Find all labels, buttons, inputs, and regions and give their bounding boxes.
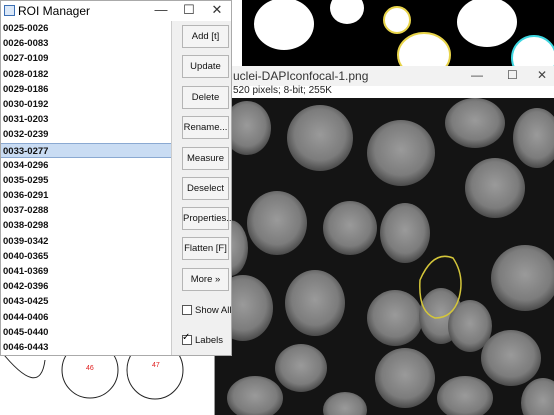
minimize-icon[interactable]: —	[149, 2, 173, 17]
show-all-checkbox-box[interactable]	[182, 305, 192, 316]
roi-list-item[interactable]: 0027-0109	[1, 51, 171, 66]
minimize-icon[interactable]: —	[471, 68, 483, 82]
roi-list-item[interactable]: 0037-0288	[1, 203, 171, 218]
roi-list-item[interactable]: 0042-0396	[1, 279, 171, 294]
rename-button[interactable]: Rename...	[182, 116, 229, 139]
roi-list-item[interactable]: 0038-0298	[1, 218, 171, 233]
roi-list-item[interactable]: 0025-0026	[1, 21, 171, 36]
close-icon[interactable]: ✕	[205, 2, 229, 18]
roi-list-item[interactable]: 0045-0440	[1, 325, 171, 340]
roi-list-item[interactable]: 0028-0182	[1, 67, 171, 82]
roi-list-item[interactable]: 0033-0277	[1, 142, 171, 158]
update-button[interactable]: Update	[182, 55, 229, 78]
mask-shapes	[254, 0, 554, 68]
mask-window	[232, 0, 554, 68]
outline-label-47: 47	[152, 362, 160, 369]
measure-button[interactable]: Measure	[182, 147, 229, 170]
image-info: 520 pixels; 8-bit; 255K	[233, 85, 332, 96]
roi-list-item[interactable]: 0031-0203	[1, 112, 171, 127]
roi-list-item[interactable]: 0041-0369	[1, 264, 171, 279]
image-canvas[interactable]	[215, 98, 554, 415]
roi-list-item[interactable]: 0040-0365	[1, 249, 171, 264]
roi-list-item[interactable]: 0032-0239	[1, 127, 171, 142]
roi-manager-titlebar[interactable]: ROI Manager — ☐ ✕	[1, 1, 231, 21]
roi-list[interactable]: 0025-0026 0026-0083 0027-0109 0028-0182 0029…	[1, 21, 172, 355]
properties-button[interactable]: Properties...	[182, 207, 234, 230]
roi-manager-app-icon	[4, 5, 15, 16]
deselect-button[interactable]: Deselect	[182, 177, 229, 200]
maximize-icon[interactable]: ☐	[177, 2, 201, 18]
roi-manager-window: ROI Manager — ☐ ✕ 0025-0026 0026-0083 0027…	[0, 0, 234, 356]
roi-list-item[interactable]: 0034-0296	[1, 158, 171, 173]
close-icon[interactable]: ✕	[537, 68, 547, 82]
roi-list-item[interactable]: 0043-0425	[1, 294, 171, 309]
outline-label-46: 46	[86, 365, 94, 372]
show-all-checkbox[interactable]: Show All	[182, 305, 231, 316]
more-button[interactable]: More »	[182, 268, 229, 291]
roi-list-item[interactable]: 0030-0192	[1, 97, 171, 112]
roi-list-item[interactable]: 0036-0291	[1, 188, 171, 203]
roi-list-item[interactable]: 0029-0186	[1, 82, 171, 97]
delete-button[interactable]: Delete	[182, 86, 229, 109]
labels-checkbox-box[interactable]	[182, 332, 192, 346]
roi-list-item[interactable]: 0035-0295	[1, 173, 171, 188]
add-button[interactable]: Add [t]	[182, 25, 229, 48]
image-window-titlebar[interactable]: uclei-DAPIconfocal-1.png — ☐ ✕	[215, 66, 554, 86]
image-window-title: uclei-DAPIconfocal-1.png	[233, 69, 369, 83]
maximize-icon[interactable]: ☐	[507, 68, 518, 82]
nuclei-image	[215, 98, 554, 415]
roi-list-item[interactable]: 0039-0342	[1, 234, 171, 249]
flatten-button[interactable]: Flatten [F]	[182, 237, 229, 260]
labels-checkbox[interactable]: Labels	[182, 332, 223, 346]
roi-list-item[interactable]: 0026-0083	[1, 36, 171, 51]
show-all-label: Show All	[195, 305, 232, 316]
roi-manager-title: ROI Manager	[18, 4, 91, 18]
roi-list-item[interactable]: 0044-0406	[1, 310, 171, 325]
roi-list-item[interactable]: 0046-0443	[1, 340, 171, 355]
mask-image[interactable]	[242, 0, 554, 68]
labels-label: Labels	[195, 335, 223, 346]
image-window: uclei-DAPIconfocal-1.png — ☐ ✕ 520 pixel…	[214, 66, 554, 415]
